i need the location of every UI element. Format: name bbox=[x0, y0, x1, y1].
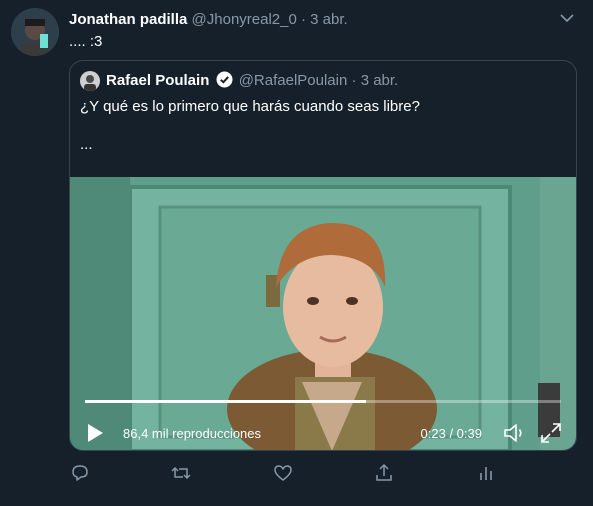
reply-icon[interactable] bbox=[69, 462, 91, 484]
video-player[interactable]: 86,4 mil reproducciones 0:23 / 0:39 bbox=[70, 177, 576, 450]
play-icon[interactable] bbox=[84, 422, 106, 444]
video-progress-bar[interactable] bbox=[85, 400, 561, 403]
retweet-icon[interactable] bbox=[170, 462, 192, 484]
share-icon[interactable] bbox=[373, 462, 395, 484]
fullscreen-icon[interactable] bbox=[540, 422, 562, 444]
quoted-avatar[interactable] bbox=[80, 71, 100, 91]
quoted-text: ¿Y qué es lo primero que harás cuando se… bbox=[80, 98, 420, 115]
avatar[interactable] bbox=[11, 8, 59, 56]
verified-badge-icon bbox=[216, 71, 233, 88]
tweet-header: Jonathan padilla @Jhonyreal2_0 · 3 abr. bbox=[69, 10, 348, 30]
heart-icon[interactable] bbox=[272, 462, 294, 484]
quoted-author-handle[interactable]: @RafaelPoulain bbox=[239, 72, 348, 89]
action-bar bbox=[69, 462, 499, 484]
video-progress-fill bbox=[85, 400, 366, 403]
tweet-date[interactable]: 3 abr. bbox=[310, 11, 348, 28]
quoted-separator: · bbox=[351, 72, 357, 89]
video-time: 0:23 / 0:39 bbox=[420, 426, 482, 441]
video-frame bbox=[70, 177, 576, 450]
quoted-text-ellipsis: ... bbox=[80, 136, 93, 153]
analytics-icon[interactable] bbox=[475, 462, 497, 484]
quoted-tweet[interactable]: Rafael Poulain @RafaelPoulain · 3 abr. ¿… bbox=[69, 60, 577, 451]
tweet-text: .... :3 bbox=[69, 33, 103, 50]
video-views: 86,4 mil reproducciones bbox=[123, 426, 262, 441]
header-separator: · bbox=[301, 11, 306, 28]
tweet: Jonathan padilla @Jhonyreal2_0 · 3 abr. … bbox=[0, 0, 593, 506]
quoted-header: Rafael Poulain @RafaelPoulain · 3 abr. bbox=[106, 71, 398, 91]
volume-icon[interactable] bbox=[502, 421, 528, 445]
chevron-down-icon[interactable] bbox=[557, 8, 577, 28]
author-name[interactable]: Jonathan padilla bbox=[69, 11, 187, 28]
author-handle[interactable]: @Jhonyreal2_0 bbox=[192, 11, 297, 28]
quoted-date[interactable]: 3 abr. bbox=[361, 72, 399, 89]
quoted-author-name[interactable]: Rafael Poulain bbox=[106, 72, 209, 89]
